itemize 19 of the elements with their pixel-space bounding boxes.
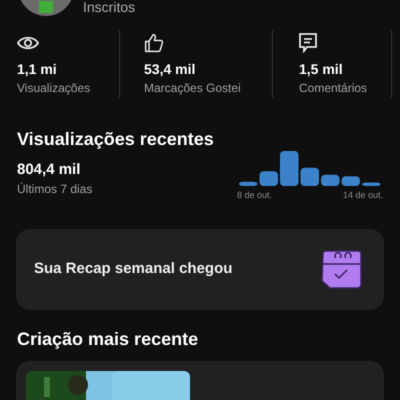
thumbs-up-icon [144,33,164,53]
section-title: Criação mais recente [17,328,200,351]
comment-icon [299,33,317,53]
axis-label: 14 de out. [342,189,383,202]
stat-label: Visualizações [17,80,92,96]
stat-value: 53,4 mil [144,61,196,78]
eye-icon [17,35,39,51]
latest-video-card[interactable] [16,360,384,400]
section-title: Visualizações recentes [17,128,215,151]
period-label: Últimos 7 dias [17,182,94,197]
calendar-check-icon [318,248,364,292]
stat-label: Comentários [299,80,368,96]
stat-label: Marcações Gostei [144,80,242,96]
recap-card[interactable]: Sua Recap semanal chegou [16,228,384,310]
stat-value: 1,5 mil [299,61,344,78]
views-total: 804,4 mil [17,160,82,180]
axis-label: 8 de out. [237,189,272,202]
stat-value: 1,1 mi [17,61,58,78]
subscribers-label: Inscritos [83,0,136,14]
